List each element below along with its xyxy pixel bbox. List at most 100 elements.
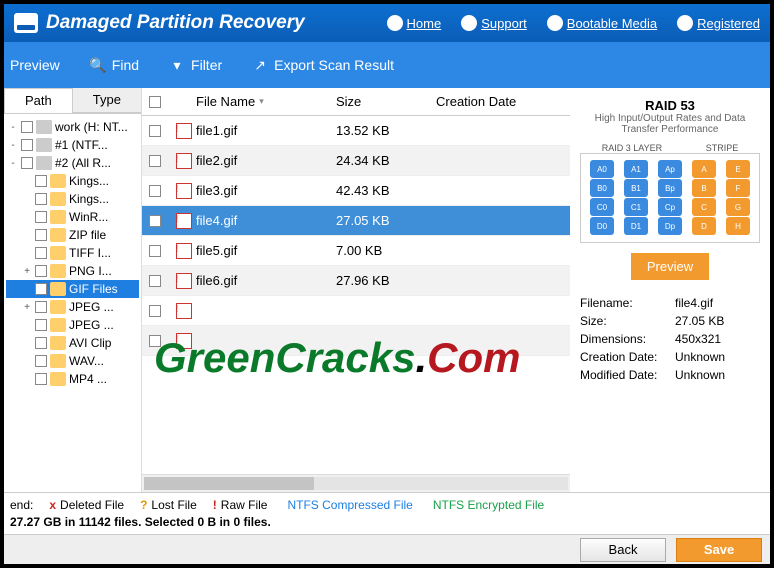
table-row[interactable]: file1.gif13.52 KB [142,116,570,146]
sort-arrow-icon: ▾ [259,96,264,107]
save-button[interactable]: Save [676,538,762,562]
expander-icon[interactable]: - [8,158,18,169]
table-row[interactable]: file5.gif7.00 KB [142,236,570,266]
tree-item[interactable]: MP4 ... [6,370,139,388]
meta-key: Modified Date: [580,368,675,382]
checkbox-icon[interactable] [149,275,161,287]
checkbox-icon[interactable] [149,125,161,137]
link-bootable[interactable]: Bootable Media [547,15,657,31]
tab-type[interactable]: Type [73,88,141,113]
checkbox-icon[interactable] [149,335,161,347]
grid-header: File Name ▾ Size Creation Date [142,88,570,116]
tree-item-label: JPEG ... [69,318,114,332]
expander-icon[interactable]: + [22,266,32,277]
tree-item[interactable]: +JPEG ... [6,298,139,316]
checkbox-icon[interactable] [35,247,47,259]
checkbox-icon[interactable] [35,211,47,223]
checkbox-icon[interactable] [149,185,161,197]
export-icon: ↗ [252,57,268,73]
col-checkbox[interactable] [142,96,168,108]
meta-row: Modified Date:Unknown [580,366,760,384]
status-text: 27.27 GB in 11142 files. Selected 0 B in… [10,515,764,529]
tree-item[interactable]: GIF Files [6,280,139,298]
table-row[interactable]: file4.gif27.05 KB [142,206,570,236]
link-support[interactable]: Support [461,15,527,31]
tree-item[interactable]: -#2 (All R... [6,154,139,172]
tree-item[interactable]: WinR... [6,208,139,226]
tree-item[interactable]: +PNG I... [6,262,139,280]
tree-item-label: Kings... [69,174,109,188]
tree-item[interactable]: Kings... [6,190,139,208]
tab-path[interactable]: Path [4,88,73,113]
expander-icon[interactable]: - [8,122,18,133]
folder-icon [50,300,66,314]
toolbar-preview[interactable]: Preview [10,57,60,73]
checkbox-icon[interactable] [149,155,161,167]
checkbox-icon[interactable] [35,175,47,187]
checkbox-icon[interactable] [21,139,33,151]
file-name: file1.gif [196,123,237,138]
table-row[interactable]: file2.gif24.34 KB [142,146,570,176]
legend-item: ?Lost File [140,498,197,512]
tree-item[interactable]: WAV... [6,352,139,370]
tree-item[interactable]: -#1 (NTF... [6,136,139,154]
back-button[interactable]: Back [580,538,666,562]
tree-item[interactable]: JPEG ... [6,316,139,334]
link-home[interactable]: Home [387,15,442,31]
expander-icon[interactable]: + [22,302,32,313]
folder-icon [50,318,66,332]
checkbox-icon[interactable] [21,157,33,169]
raid-cylinder: A0B0C0D0 [590,160,614,236]
checkbox-icon[interactable] [35,301,47,313]
checkbox-icon[interactable] [35,265,47,277]
checkbox-icon[interactable] [35,193,47,205]
checkbox-icon[interactable] [35,337,47,349]
checkbox-icon[interactable] [35,229,47,241]
tree-item[interactable]: Kings... [6,172,139,190]
checkbox-icon[interactable] [35,283,47,295]
file-name: file2.gif [196,153,237,168]
table-row[interactable] [142,296,570,326]
col-filename[interactable]: File Name ▾ [168,94,328,109]
tree-item[interactable]: AVI Clip [6,334,139,352]
col-date[interactable]: Creation Date [428,94,568,109]
raid-cylinder: EFGH [726,160,750,236]
legend-marker: ! [213,498,217,512]
tree-item[interactable]: ZIP file [6,226,139,244]
col-size[interactable]: Size [328,94,428,109]
checkbox-icon[interactable] [149,305,161,317]
checkbox-icon[interactable] [149,245,161,257]
search-icon: 🔍 [90,57,106,73]
checkbox-icon[interactable] [21,121,33,133]
checkbox-icon[interactable] [149,215,161,227]
toolbar-export[interactable]: ↗Export Scan Result [252,57,394,73]
legend-item: !Raw File [213,498,268,512]
tree-item-label: GIF Files [69,282,118,296]
link-home-label: Home [407,16,442,31]
preview-button[interactable]: Preview [631,253,709,280]
checkbox-icon[interactable] [35,355,47,367]
table-row[interactable]: file3.gif42.43 KB [142,176,570,206]
drive-icon [36,156,52,170]
toolbar-filter[interactable]: ▾Filter [169,57,222,73]
tree-item[interactable]: TIFF I... [6,244,139,262]
table-row[interactable]: file6.gif27.96 KB [142,266,570,296]
checkbox-icon[interactable] [35,319,47,331]
file-size: 27.05 KB [328,213,428,228]
table-row[interactable] [142,326,570,356]
expander-icon[interactable]: - [8,140,18,151]
file-icon [176,183,192,199]
col-filename-label: File Name [196,94,255,109]
checkbox-icon[interactable] [35,373,47,385]
horizontal-scrollbar[interactable] [142,474,570,492]
meta-value: Unknown [675,350,725,364]
tree-item[interactable]: -work (H: NT... [6,118,139,136]
toolbar: Preview 🔍Find ▾Filter ↗Export Scan Resul… [4,42,770,88]
scrollbar-thumb[interactable] [144,477,314,490]
tree-item-label: TIFF I... [69,246,111,260]
file-size: 27.96 KB [328,273,428,288]
toolbar-find[interactable]: 🔍Find [90,57,139,73]
legend-text: NTFS Encrypted File [433,498,544,512]
folder-icon [50,336,66,350]
link-registered[interactable]: Registered [677,15,760,31]
